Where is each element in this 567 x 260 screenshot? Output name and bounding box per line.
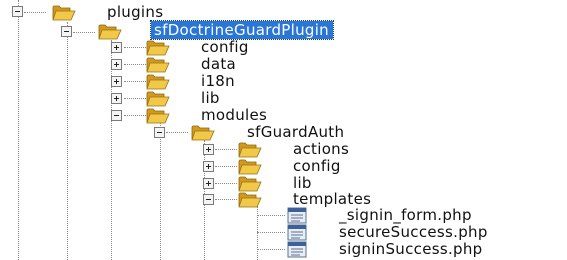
collapse-icon[interactable] xyxy=(154,127,165,138)
tree-line xyxy=(73,32,95,33)
tree-line xyxy=(124,115,146,116)
folder-icon xyxy=(146,74,170,90)
expand-icon[interactable] xyxy=(111,76,122,87)
folder-icon xyxy=(238,159,262,175)
tree-item-config[interactable]: config xyxy=(201,38,249,56)
expand-icon[interactable] xyxy=(111,93,122,104)
php-file-icon xyxy=(287,224,307,241)
collapse-icon[interactable] xyxy=(12,6,23,17)
folder-icon xyxy=(52,5,76,21)
tree-item-config[interactable]: config xyxy=(293,157,341,175)
tree-line xyxy=(215,166,237,167)
tree-item-sfDoctrineGuardPlugin[interactable]: sfDoctrineGuardPlugin xyxy=(150,20,334,40)
tree-item-sfGuardAuth[interactable]: sfGuardAuth xyxy=(247,123,344,141)
tree-line xyxy=(18,0,19,260)
folder-icon xyxy=(238,192,262,208)
tree-item-i18n[interactable]: i18n xyxy=(201,72,235,90)
tree-line xyxy=(215,183,237,184)
php-file-icon xyxy=(287,241,307,258)
tree-item-modules[interactable]: modules xyxy=(201,106,267,124)
tree-item-plugins[interactable]: plugins xyxy=(107,3,163,21)
folder-icon xyxy=(98,24,122,40)
expand-icon[interactable] xyxy=(111,42,122,53)
tree-item-lib[interactable]: lib xyxy=(201,89,220,107)
php-file-icon xyxy=(287,207,307,224)
folder-icon xyxy=(146,91,170,107)
tree-line xyxy=(111,40,112,260)
tree-line xyxy=(215,149,237,150)
tree-line xyxy=(124,47,146,48)
expand-icon[interactable] xyxy=(203,161,214,172)
tree-line xyxy=(124,81,146,82)
expand-icon[interactable] xyxy=(203,144,214,155)
tree-line xyxy=(215,199,237,200)
tree-line xyxy=(160,122,161,260)
expand-icon[interactable] xyxy=(111,59,122,70)
tree-line xyxy=(257,215,285,216)
collapse-icon[interactable] xyxy=(111,110,122,121)
tree-line xyxy=(257,249,285,250)
expand-icon[interactable] xyxy=(203,178,214,189)
tree-item-data[interactable]: data xyxy=(201,55,236,73)
tree-line xyxy=(24,12,46,13)
tree-line xyxy=(124,64,146,65)
folder-icon xyxy=(146,40,170,56)
tree-line xyxy=(67,22,68,260)
collapse-icon[interactable] xyxy=(61,26,72,37)
tree-item-signin-form-php[interactable]: _signin_form.php xyxy=(339,206,472,224)
folder-icon xyxy=(146,108,170,124)
tree-item-secureSuccess-php[interactable]: secureSuccess.php xyxy=(339,223,488,241)
folder-icon xyxy=(238,142,262,158)
tree-item-signinSuccess-php[interactable]: signinSuccess.php xyxy=(339,240,482,258)
project-tree: plugins sfDoctrineGuardPlugin config dat… xyxy=(0,0,567,260)
tree-item-actions[interactable]: actions xyxy=(293,140,349,158)
tree-line xyxy=(257,232,285,233)
tree-line xyxy=(124,98,146,99)
folder-icon xyxy=(238,176,262,192)
tree-line xyxy=(166,132,188,133)
collapse-icon[interactable] xyxy=(203,194,214,205)
folder-icon xyxy=(146,57,170,73)
folder-icon xyxy=(191,125,215,141)
